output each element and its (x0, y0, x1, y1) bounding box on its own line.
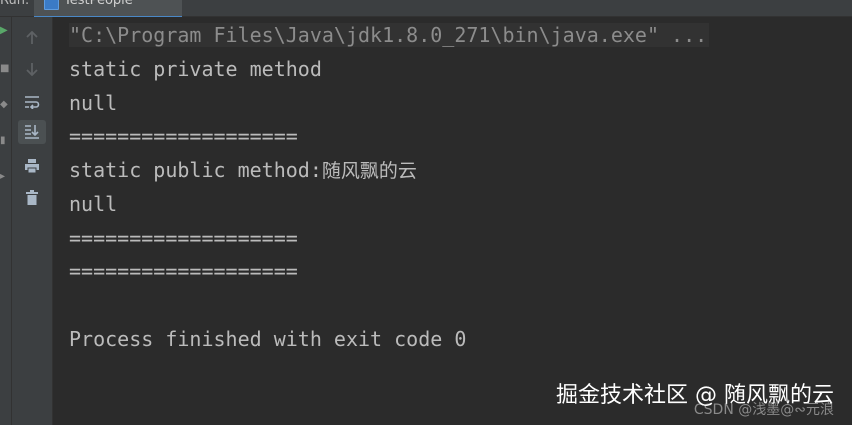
rerun-icon[interactable]: ▶ (0, 25, 8, 37)
console-line: =================== (69, 226, 298, 250)
console-output[interactable]: "C:\Program Files\Java\jdk1.8.0_271\bin\… (53, 17, 852, 425)
console-toolbar (12, 17, 53, 425)
console-line: "C:\Program Files\Java\jdk1.8.0_271\bin\… (69, 23, 710, 47)
console-line: =================== (69, 259, 298, 283)
console-line: =================== (69, 124, 298, 148)
run-tab[interactable]: TestPeople (34, 0, 182, 18)
pin-icon[interactable]: ▸ (0, 171, 5, 183)
console-text: static public method: (69, 158, 322, 182)
console-line: static private method (69, 57, 322, 81)
console-line: Process finished with exit code 0 (69, 327, 467, 351)
stop-icon[interactable]: ■ (0, 63, 9, 75)
wrench-icon[interactable]: ◆ (0, 99, 8, 111)
application-icon (44, 0, 59, 10)
top-tab-bar: Run: TestPeople (0, 0, 852, 18)
down-arrow-icon[interactable] (18, 57, 46, 81)
console-line: null (69, 192, 118, 216)
soft-wrap-icon[interactable] (18, 90, 46, 114)
command-line: "C:\Program Files\Java\jdk1.8.0_271\bin\… (69, 23, 710, 47)
trash-icon[interactable] (18, 186, 46, 210)
layout-icon[interactable]: ▮ (0, 135, 6, 147)
run-tab-label: TestPeople (64, 0, 133, 8)
console-line: static public method:随风飘的云 (69, 158, 417, 183)
console-text-cjk: 随风飘的云 (321, 160, 417, 182)
print-icon[interactable] (18, 154, 46, 178)
scroll-to-end-icon[interactable] (18, 120, 46, 144)
run-label: Run: (0, 0, 30, 8)
left-action-strip: ▶ ■ ◆ ▮ ▸ (0, 17, 12, 425)
up-arrow-icon[interactable] (18, 26, 46, 50)
juejin-watermark: 掘金技术社区 @ 随风飘的云 (556, 383, 834, 408)
console-line: null (69, 91, 118, 115)
